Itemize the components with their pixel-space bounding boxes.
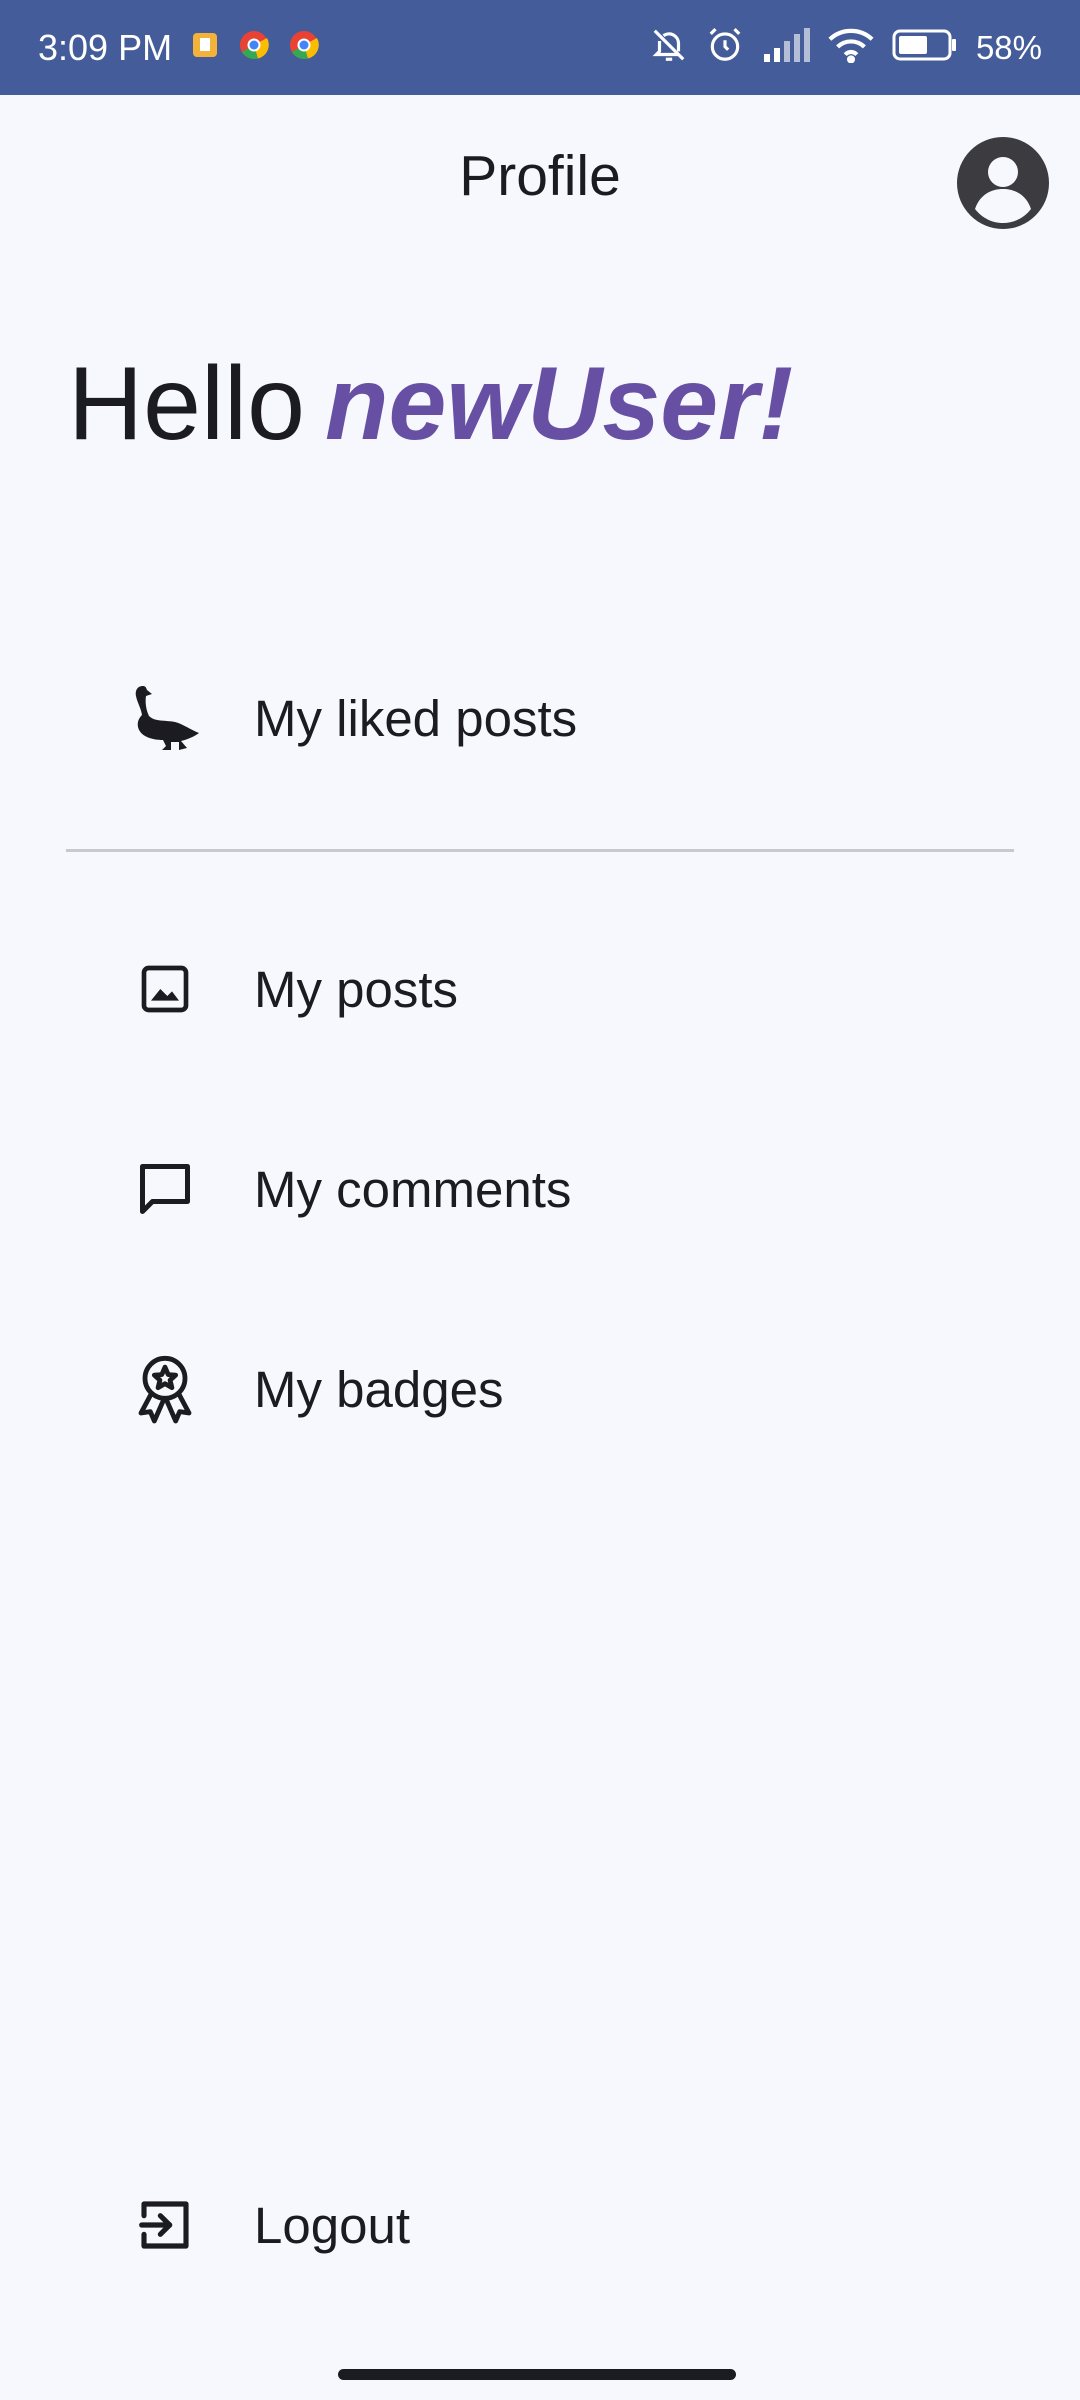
menu-label-badges: My badges: [254, 1360, 504, 1418]
bell-off-icon: [650, 26, 688, 69]
greeting: Hello newUser!: [68, 352, 793, 456]
menu-label-logout: Logout: [254, 2196, 410, 2254]
goose-icon: [126, 679, 204, 757]
menu-label-comments: My comments: [254, 1160, 572, 1218]
menu-item-posts[interactable]: My posts: [0, 924, 1080, 1054]
top-app-bar: Profile: [0, 95, 1080, 275]
account-circle-icon: [957, 137, 1049, 229]
wifi-icon: [828, 27, 874, 68]
menu-label-liked-posts: My liked posts: [254, 689, 578, 747]
page-title: Profile: [459, 144, 621, 208]
battery-percent: 58%: [975, 28, 1042, 66]
greeting-username: newUser!: [325, 346, 794, 462]
status-time: 3:09 PM: [38, 26, 173, 68]
logout-button[interactable]: Logout: [0, 2160, 1080, 2290]
signal-icon: [762, 28, 810, 67]
logout-icon: [126, 2186, 204, 2264]
account-button[interactable]: [956, 136, 1050, 230]
chrome-icon: [238, 29, 270, 66]
menu-item-comments[interactable]: My comments: [0, 1124, 1080, 1254]
menu-item-badges[interactable]: My badges: [0, 1324, 1080, 1454]
battery-icon: [892, 28, 958, 67]
badge-icon: [126, 1350, 204, 1428]
menu-label-posts: My posts: [254, 960, 459, 1018]
comment-icon: [126, 1150, 204, 1228]
notification-icon: [190, 30, 220, 65]
divider: [66, 849, 1014, 852]
home-indicator[interactable]: [338, 2369, 736, 2380]
chrome-icon: [288, 29, 320, 66]
alarm-icon: [706, 26, 744, 69]
status-bar: 3:09 PM 58%: [0, 0, 1080, 95]
greeting-prefix: Hello: [68, 346, 305, 462]
menu-item-liked-posts[interactable]: My liked posts: [0, 653, 1080, 783]
image-icon: [126, 950, 204, 1028]
